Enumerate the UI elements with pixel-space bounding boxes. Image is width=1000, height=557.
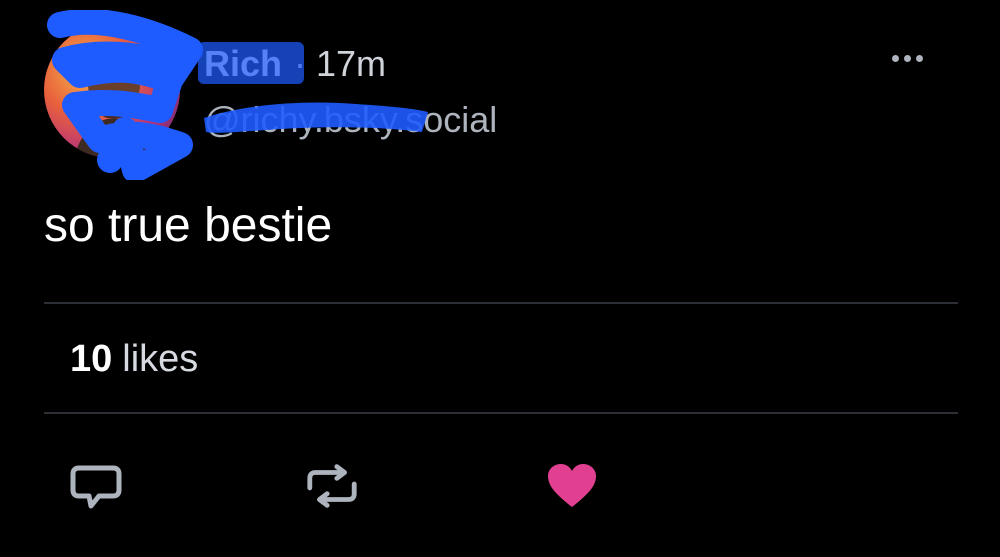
- dot: [904, 54, 911, 62]
- dot: [916, 54, 923, 62]
- likes-label: likes: [122, 338, 199, 380]
- post-time[interactable]: 17m: [316, 43, 386, 85]
- divider: [44, 412, 958, 414]
- dot: [892, 54, 899, 62]
- more-options-icon[interactable]: [892, 50, 928, 66]
- reply-button[interactable]: [68, 460, 124, 512]
- author-display-name[interactable]: Rich: [204, 43, 282, 85]
- avatar-image: [74, 50, 156, 158]
- repost-icon: [307, 464, 357, 508]
- repost-button[interactable]: [304, 460, 360, 512]
- post-text: so true bestie: [44, 199, 333, 252]
- likes-number: 10: [70, 338, 113, 380]
- header-separator: ·: [294, 43, 307, 84]
- divider: [44, 302, 958, 304]
- avatar[interactable]: [44, 22, 180, 158]
- like-button[interactable]: [544, 460, 600, 512]
- reply-icon: [70, 465, 122, 509]
- post-header: Rich · 17m: [204, 40, 386, 88]
- post: Rich · 17m @richy.bsky.social so true be…: [0, 0, 1000, 557]
- heart-icon: [548, 464, 596, 507]
- author-handle[interactable]: @richy.bsky.social: [204, 96, 497, 144]
- likes-count[interactable]: 10 likes: [70, 338, 198, 381]
